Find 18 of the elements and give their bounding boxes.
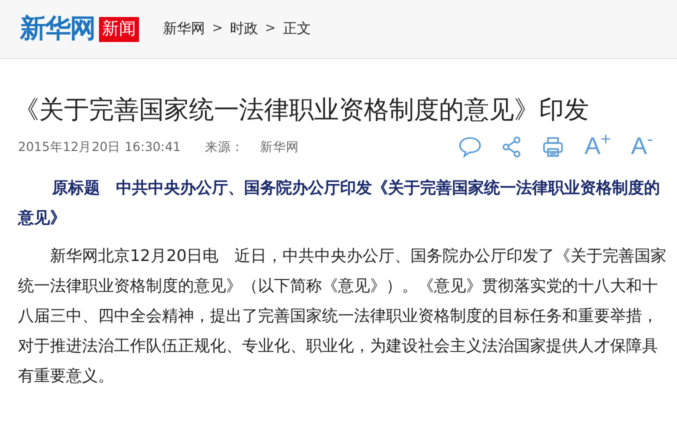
breadcrumb-separator: > xyxy=(264,20,276,38)
font-size-button[interactable]: A$^{+}$ xyxy=(584,135,611,159)
breadcrumb-separator: > xyxy=(212,20,223,38)
breadcrumb-link[interactable]: 时政 xyxy=(230,18,258,40)
breadcrumb-link[interactable]: 新华网 xyxy=(163,18,205,40)
source-label: 来源： xyxy=(204,138,244,156)
publish-time: 2015年12月20日 16:30:41 xyxy=(18,138,181,156)
source-name: 新华网 xyxy=(260,138,299,156)
article-title: 《关于完善国家统一法律职业资格制度的意见》印发 xyxy=(14,95,590,125)
font-size-button[interactable]: A$^{-}$ xyxy=(630,135,653,159)
comment-icon[interactable] xyxy=(458,136,482,158)
channel-label[interactable]: 新闻 xyxy=(99,16,139,42)
print-icon[interactable] xyxy=(542,136,564,158)
site-logo[interactable]: 新华网 xyxy=(20,16,95,42)
breadcrumb-link[interactable]: 正文 xyxy=(282,18,311,40)
original-title: 原标题 中共中央办公厅、国务院办公厅印发《关于完善国家统一法律职业资格制度的意见》 xyxy=(18,177,661,229)
article-paragraph: 新华网北京12月20日电 近日，中共中央办公厅、国务院办公厅印发了《关于完善国家统一法律职业资格制度的意见》（以下简称《意见》）。《意见》贯彻落实党的十八大和十八届三中、四中全会精神，提出了完善国家统一法律职业资格制度的目标任务和重要举措，对于推进法治工作队伍正规化、专业化、职业化，为建设社会主义法治国家提供人才保障具有重要意义。 xyxy=(18,245,667,387)
share-icon[interactable] xyxy=(502,136,522,158)
